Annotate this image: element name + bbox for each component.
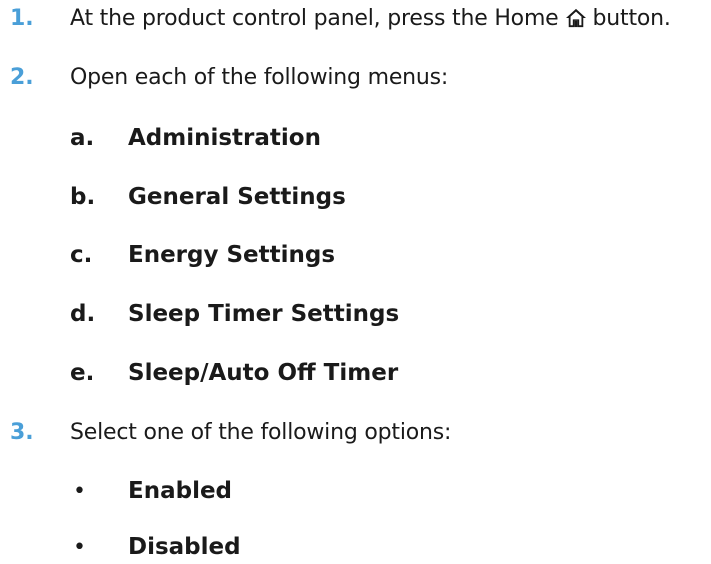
menu-item-energy-settings: Energy Settings bbox=[128, 242, 336, 268]
substep-letter: a. bbox=[70, 125, 95, 151]
substep-letter: b. bbox=[70, 184, 96, 210]
menu-item-administration: Administration bbox=[128, 125, 321, 151]
step-number: 1. bbox=[10, 5, 34, 31]
step-text-after-icon: button. bbox=[592, 5, 671, 31]
menu-item-sleep-timer-settings: Sleep Timer Settings bbox=[128, 301, 400, 327]
step-text: Select one of the following options: bbox=[70, 419, 452, 445]
home-icon bbox=[565, 8, 586, 27]
bullet: • bbox=[73, 534, 86, 560]
substep-letter: c. bbox=[70, 242, 93, 268]
option-label-disabled: Disabled bbox=[128, 534, 241, 560]
step-text: Open each of the following menus: bbox=[70, 64, 449, 90]
step-number: 3. bbox=[10, 419, 34, 445]
bullet: • bbox=[73, 478, 86, 504]
substep-letter: d. bbox=[70, 301, 96, 327]
step-text-before-icon: At the product control panel, press the … bbox=[70, 5, 559, 31]
menu-item-general-settings: General Settings bbox=[128, 184, 346, 210]
substep-letter: e. bbox=[70, 360, 95, 386]
step-number: 2. bbox=[10, 64, 34, 90]
option-label-enabled: Enabled bbox=[128, 478, 233, 504]
step-text: At the product control panel, press the … bbox=[70, 6, 671, 31]
menu-item-sleep-auto-off-timer: Sleep/Auto Off Timer bbox=[128, 360, 399, 386]
